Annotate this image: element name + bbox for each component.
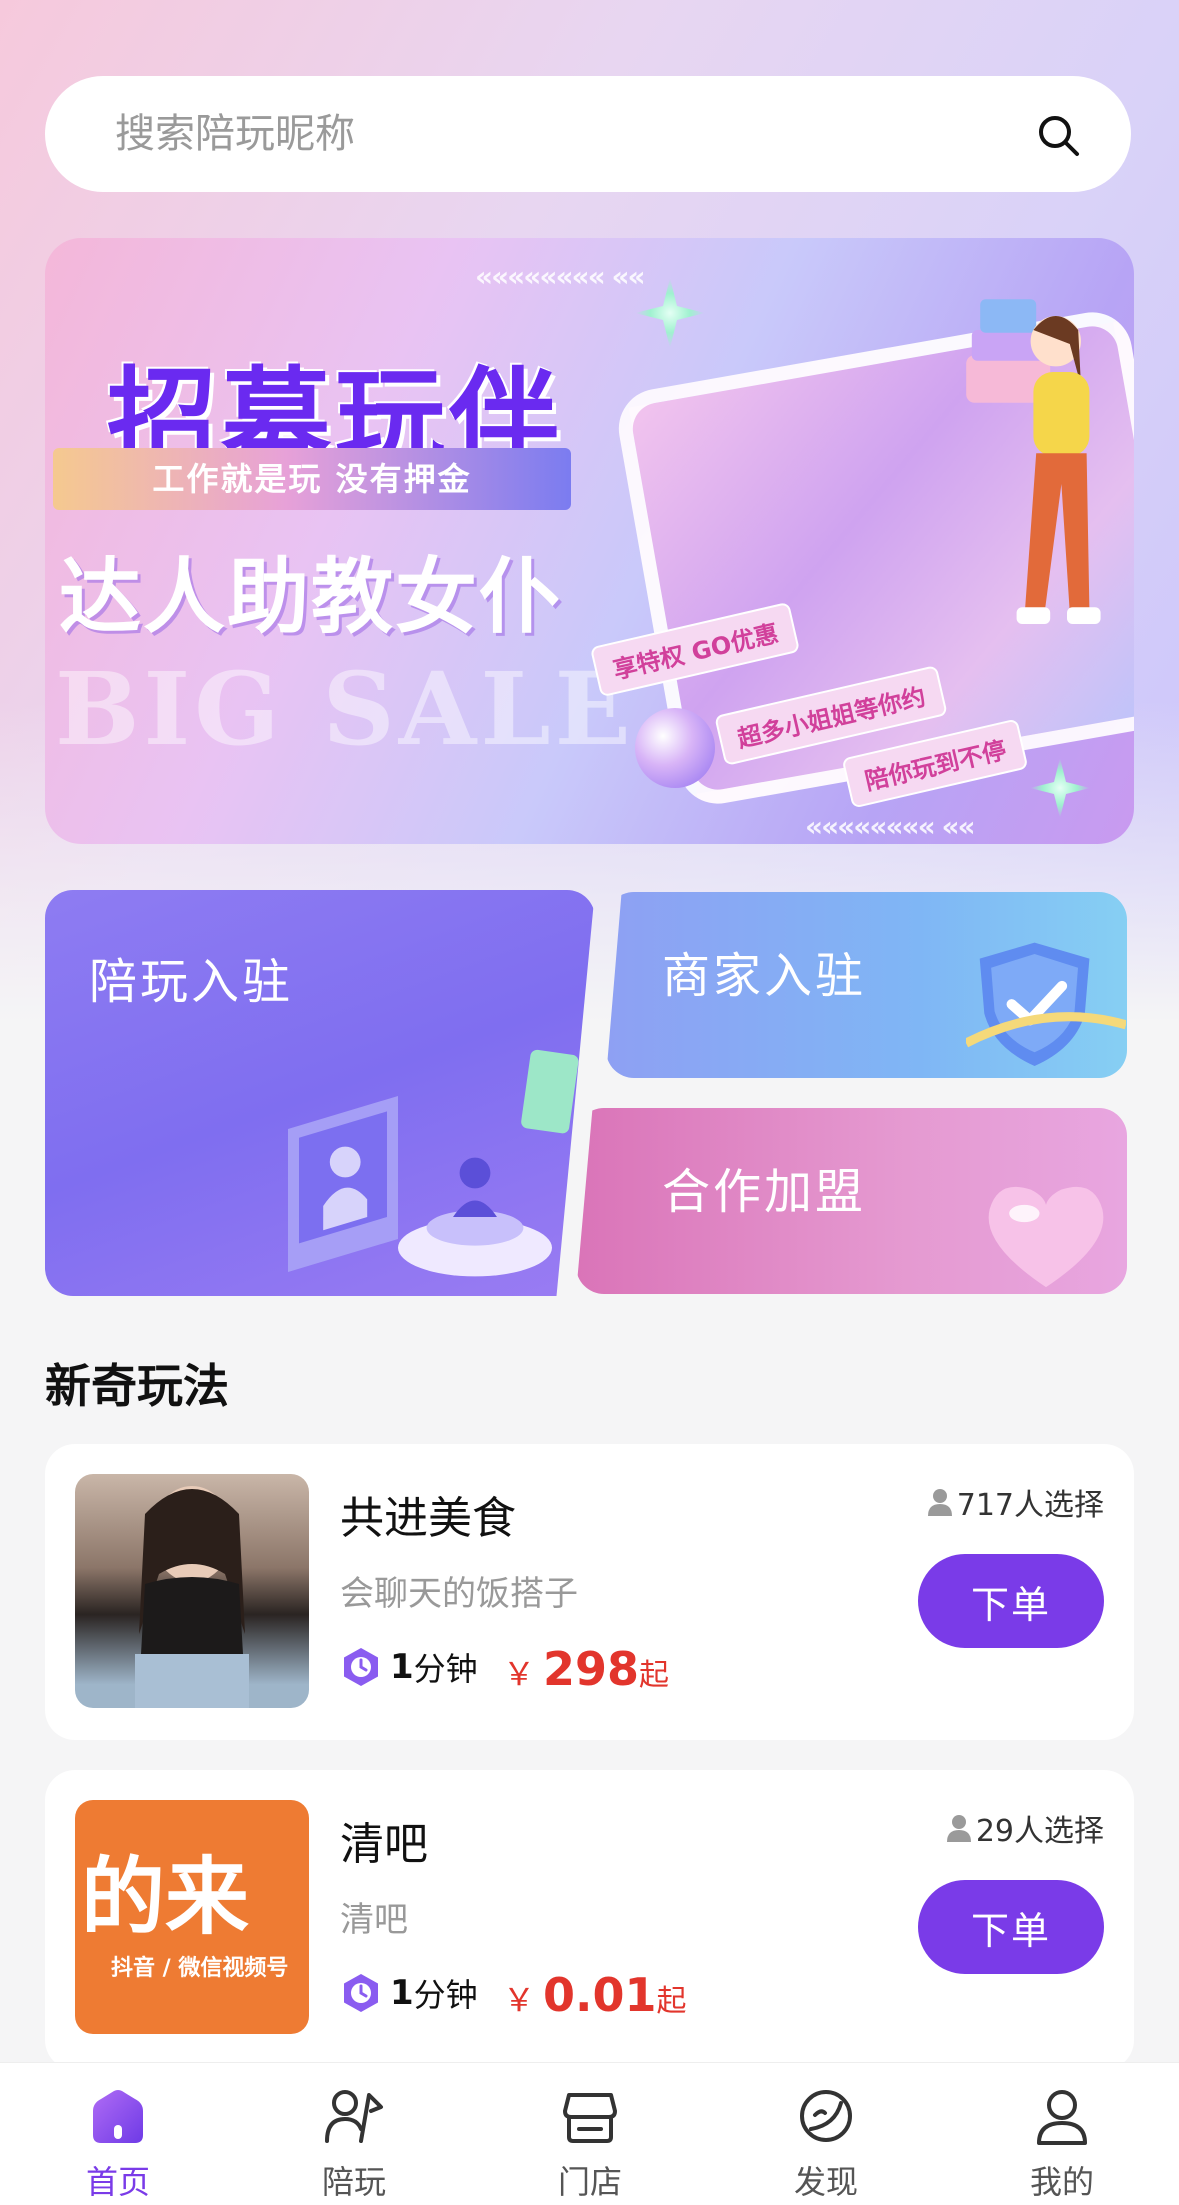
banner-watermark: BIG SALE xyxy=(55,650,635,768)
tab-profile[interactable]: 我的 xyxy=(944,2063,1179,2205)
banner-subtitle: 达人助教女仆 xyxy=(59,550,564,645)
item-thumbnail xyxy=(75,1474,309,1708)
thumbnail-text-small: 抖音 / 微信视频号 xyxy=(111,1956,289,1981)
tab-store[interactable]: 门店 xyxy=(472,2063,708,2205)
bottom-tab-bar: 首页 陪玩 门店 发现 我的 xyxy=(0,2062,1179,2205)
search-icon[interactable] xyxy=(1035,112,1081,158)
tab-discover[interactable]: 发现 xyxy=(708,2063,944,2205)
order-button[interactable]: 下单 xyxy=(918,1880,1104,1974)
tab-companion[interactable]: 陪玩 xyxy=(236,2063,472,2205)
section-title: 新奇玩法 xyxy=(45,1359,229,1413)
price-suffix: 起 xyxy=(639,1658,670,1693)
banner-chevrons-bottom: «««««««« «« xyxy=(805,810,976,843)
item-price: ￥ 0.01 起 xyxy=(503,1968,687,2022)
merchant-join-label: 商家入驻 xyxy=(662,948,867,1004)
price-value: 298 xyxy=(543,1642,640,1696)
duration-unit: 分钟 xyxy=(413,1650,478,1688)
franchise-join-card[interactable]: 合作加盟 xyxy=(576,1108,1127,1294)
item-name: 共进美食 xyxy=(340,1493,516,1544)
currency-symbol: ￥ xyxy=(503,1655,536,1693)
duration-unit: 分钟 xyxy=(413,1976,478,2014)
merchant-join-card[interactable]: 商家入驻 xyxy=(606,892,1127,1078)
sparkle-icon xyxy=(1030,758,1090,818)
duration-value: 1 xyxy=(390,1973,414,2013)
tab-home-label: 首页 xyxy=(85,2163,150,2201)
duration-value: 1 xyxy=(390,1647,414,1687)
chosen-count: 29人选择 xyxy=(946,1806,1104,1850)
banner-chevrons: «««««««« «« xyxy=(475,260,646,293)
clock-icon xyxy=(344,1648,378,1686)
item-duration: 1 分钟 xyxy=(340,1970,478,2016)
promo-banner[interactable]: «««««««« «« «««««««« «« 招募玩伴 工作就是玩 没有押金 … xyxy=(45,238,1134,844)
franchise-join-label: 合作加盟 xyxy=(662,1164,867,1220)
list-item[interactable]: 的来 抖音 / 微信视频号 清吧 清吧 1 分钟 ￥ 0.01 起 29人选择 … xyxy=(45,1770,1134,2070)
search-bar[interactable] xyxy=(45,76,1131,192)
monitor-illustration-icon xyxy=(288,1049,579,1277)
list-item[interactable]: 共进美食 会聊天的饭搭子 1 分钟 ￥ 298 起 717人选择 下单 xyxy=(45,1444,1134,1740)
profile-icon xyxy=(1037,2090,1087,2145)
order-button[interactable]: 下单 xyxy=(918,1554,1104,1648)
thumbnail-text-big: 的来 xyxy=(81,1848,250,1946)
search-input[interactable] xyxy=(115,76,975,192)
clock-icon xyxy=(344,1974,378,2012)
currency-symbol: ￥ xyxy=(503,1981,536,2019)
companion-join-card[interactable]: 陪玩入驻 xyxy=(45,890,595,1296)
tab-store-label: 门店 xyxy=(557,2163,622,2201)
shield-check-icon xyxy=(966,942,1126,1066)
chosen-count-text: 717人选择 xyxy=(956,1488,1104,1523)
item-description: 清吧 xyxy=(340,1900,408,1940)
tab-companion-label: 陪玩 xyxy=(321,2163,386,2201)
girl-illustration xyxy=(966,299,1101,624)
store-icon xyxy=(563,2093,617,2143)
price-value: 0.01 xyxy=(543,1968,657,2022)
discover-icon xyxy=(800,2090,852,2142)
user-icon xyxy=(946,1815,971,1842)
tab-profile-label: 我的 xyxy=(1029,2163,1094,2201)
item-price: ￥ 298 起 xyxy=(503,1642,669,1696)
sparkle-icon xyxy=(635,278,705,348)
price-suffix: 起 xyxy=(656,1984,687,2019)
banner-orb xyxy=(635,708,715,788)
user-icon xyxy=(927,1489,952,1516)
banner-tagline: 工作就是玩 没有押金 xyxy=(53,448,571,510)
tab-home[interactable]: 首页 xyxy=(0,2063,236,2205)
heart-icon xyxy=(988,1186,1104,1288)
item-thumbnail: 的来 抖音 / 微信视频号 xyxy=(75,1800,309,2034)
chosen-count-text: 29人选择 xyxy=(975,1814,1104,1849)
item-name: 清吧 xyxy=(340,1819,428,1870)
chosen-count: 717人选择 xyxy=(927,1480,1104,1524)
person-photo-icon xyxy=(135,1486,249,1708)
companion-icon xyxy=(325,2090,383,2143)
tab-discover-label: 发现 xyxy=(793,2163,858,2201)
item-description: 会聊天的饭搭子 xyxy=(340,1574,578,1614)
item-duration: 1 分钟 xyxy=(340,1644,478,1690)
home-icon xyxy=(93,2090,143,2143)
